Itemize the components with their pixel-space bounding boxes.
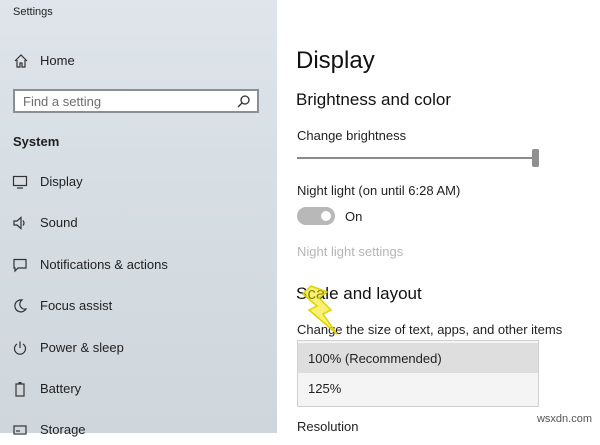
home-icon (14, 54, 28, 68)
brightness-slider-track[interactable] (297, 157, 535, 159)
sidebar-home[interactable]: Home (0, 48, 277, 74)
search-icon (237, 95, 250, 108)
scale-option-100[interactable]: 100% (Recommended) (298, 343, 538, 373)
monitor-icon (12, 175, 28, 189)
sidebar-item-label: Sound (40, 215, 78, 230)
night-light-state: On (345, 209, 363, 224)
notification-icon (13, 258, 27, 273)
sidebar-item-label: Storage (40, 422, 86, 437)
option-label: 125% (308, 381, 342, 396)
change-brightness-label: Change brightness (297, 128, 407, 143)
sidebar-item-label: Power & sleep (40, 340, 124, 355)
window-title: Settings (13, 6, 53, 18)
sidebar-item-label: Display (40, 174, 83, 189)
scale-option-125[interactable]: 125% (298, 373, 538, 403)
sidebar-item-display[interactable]: Display (0, 167, 277, 197)
moon-icon (14, 299, 28, 313)
battery-icon (15, 382, 25, 397)
sidebar-item-notifications[interactable]: Notifications & actions (0, 250, 277, 280)
sidebar-item-sound[interactable]: Sound (0, 208, 277, 238)
sidebar-section-system: System (13, 134, 60, 149)
sidebar-item-label: Battery (40, 381, 82, 396)
speaker-icon (13, 216, 25, 230)
night-light-settings-link[interactable]: Night light settings (297, 244, 403, 259)
sidebar-item-battery[interactable]: Battery (0, 374, 277, 404)
search-placeholder: Find a setting (23, 94, 102, 109)
sidebar-home-label: Home (40, 53, 75, 68)
night-light-toggle[interactable] (297, 207, 335, 225)
scale-dropdown-list[interactable]: 100% (Recommended) 125% (297, 340, 539, 407)
toggle-knob (321, 211, 331, 221)
sidebar-item-label: Focus assist (40, 298, 113, 313)
sidebar-item-storage[interactable]: Storage (0, 415, 277, 445)
watermark: wsxdn.com (536, 413, 592, 425)
main-panel: Display Brightness and color Change brig… (277, 0, 600, 434)
brightness-slider-thumb[interactable] (531, 149, 539, 167)
night-light-label: Night light (on until 6:28 AM) (297, 183, 461, 198)
lightning-bolt-icon (301, 285, 338, 335)
power-icon (13, 341, 27, 355)
brightness-heading: Brightness and color (296, 90, 451, 109)
page-title: Display (296, 47, 375, 74)
sidebar-item-focus-assist[interactable]: Focus assist (0, 291, 277, 321)
resolution-label: Resolution (297, 419, 359, 434)
sidebar-item-label: Notifications & actions (40, 257, 168, 272)
sidebar: Settings Home Find a setting System Disp… (0, 0, 277, 437)
storage-icon (13, 425, 27, 435)
sidebar-item-power-sleep[interactable]: Power & sleep (0, 333, 277, 363)
search-input[interactable]: Find a setting (13, 89, 259, 113)
option-label: 100% (Recommended) (308, 351, 442, 366)
